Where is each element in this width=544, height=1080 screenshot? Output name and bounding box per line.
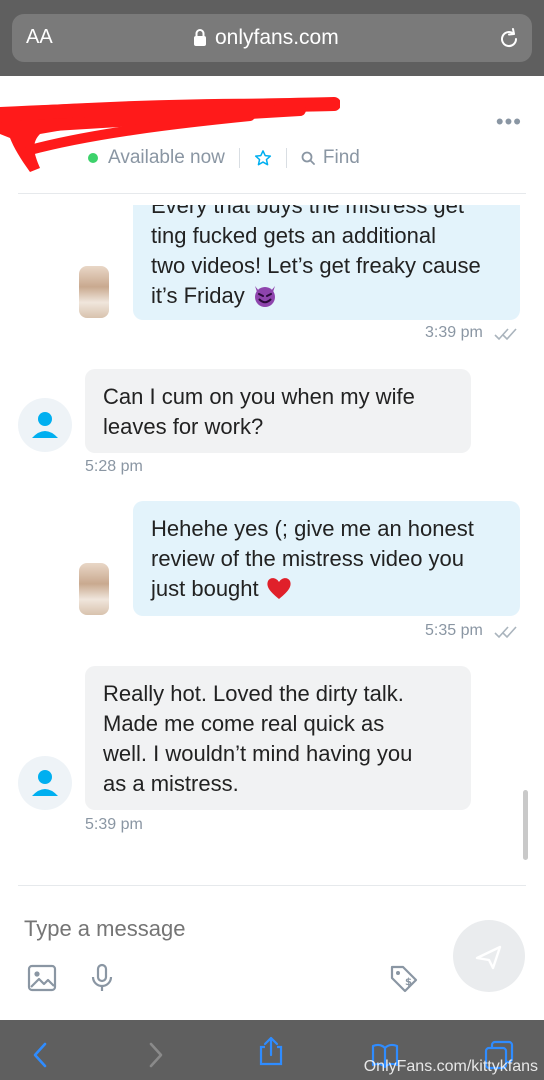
message-line: Made me come real quick as bbox=[103, 711, 385, 736]
message-bubble-incoming: Really hot. Loved the dirty talk. Made m… bbox=[85, 666, 471, 810]
more-options-icon[interactable]: ••• bbox=[496, 111, 522, 133]
message-line: well. I wouldn’t mind having you bbox=[103, 741, 413, 766]
send-icon bbox=[475, 945, 502, 970]
message-bubble-outgoing: Hehehe yes (; give me an honest review o… bbox=[133, 501, 520, 616]
message-list[interactable]: Every that buys the mistress get ting fu… bbox=[0, 205, 544, 885]
url-text[interactable]: onlyfans.com bbox=[215, 26, 339, 50]
message-line: Really hot. Loved the dirty talk. bbox=[103, 681, 404, 706]
composer-divider bbox=[18, 885, 526, 886]
divider bbox=[238, 148, 240, 168]
message-line: Can I cum on you when my wife bbox=[103, 384, 415, 409]
message-time: 5:28 pm bbox=[85, 458, 143, 475]
online-indicator bbox=[88, 153, 98, 163]
message-line: as a mistress. bbox=[103, 771, 239, 796]
aa-label: AA bbox=[26, 26, 53, 48]
read-checkmark-icon bbox=[494, 328, 517, 341]
user-icon bbox=[32, 770, 58, 796]
lock-icon bbox=[194, 29, 206, 46]
message-line: review of the mistress video you bbox=[151, 546, 465, 571]
message-line: two videos! Let’s get freaky cause bbox=[151, 253, 481, 278]
message-line: Hehehe yes (; give me an honest bbox=[151, 516, 474, 541]
message-bubble-incoming: Can I cum on you when my wife leaves for… bbox=[85, 369, 471, 453]
header-divider bbox=[18, 193, 526, 194]
message-line: just bought bbox=[151, 576, 259, 601]
message-time: 5:39 pm bbox=[85, 816, 143, 833]
image-upload-icon[interactable] bbox=[26, 962, 58, 994]
star-icon[interactable] bbox=[254, 149, 272, 167]
user-avatar[interactable] bbox=[18, 398, 72, 452]
creator-avatar[interactable] bbox=[79, 266, 109, 318]
share-icon[interactable] bbox=[256, 1036, 286, 1066]
back-icon[interactable] bbox=[26, 1040, 56, 1070]
chat-header: ••• Available now Find bbox=[0, 76, 544, 194]
message-time: 3:39 pm bbox=[425, 324, 483, 341]
creator-avatar[interactable] bbox=[79, 563, 109, 615]
divider bbox=[285, 148, 287, 168]
message-line: Every that buys the mistress get bbox=[151, 205, 465, 218]
message-line: ting fucked gets an additional bbox=[151, 223, 436, 248]
smiling-devil-emoji bbox=[254, 286, 275, 307]
microphone-icon[interactable] bbox=[86, 962, 118, 994]
reload-icon[interactable] bbox=[497, 27, 521, 51]
availability-status: Available now bbox=[108, 147, 225, 168]
red-heart-emoji bbox=[267, 578, 291, 599]
search-icon[interactable] bbox=[301, 151, 315, 165]
scrollbar[interactable] bbox=[523, 790, 528, 860]
reader-aa-button[interactable]: AA bbox=[26, 26, 53, 49]
message-bubble-outgoing: Every that buys the mistress get ting fu… bbox=[133, 205, 520, 320]
user-avatar[interactable] bbox=[18, 756, 72, 810]
message-line: leaves for work? bbox=[103, 414, 264, 439]
svg-text:$: $ bbox=[405, 977, 412, 988]
watermark: OnlyFans.com/kittykfans bbox=[363, 1058, 538, 1075]
read-checkmark-icon bbox=[494, 626, 517, 639]
message-line: it’s Friday bbox=[151, 283, 245, 308]
message-time: 5:35 pm bbox=[425, 622, 483, 639]
forward-icon[interactable] bbox=[140, 1040, 170, 1070]
status-row: Available now Find bbox=[88, 146, 360, 170]
user-icon bbox=[32, 412, 58, 438]
send-button[interactable] bbox=[453, 920, 525, 992]
find-button[interactable]: Find bbox=[323, 147, 360, 169]
price-tag-icon[interactable]: $ bbox=[388, 963, 420, 995]
message-input[interactable] bbox=[24, 912, 424, 946]
